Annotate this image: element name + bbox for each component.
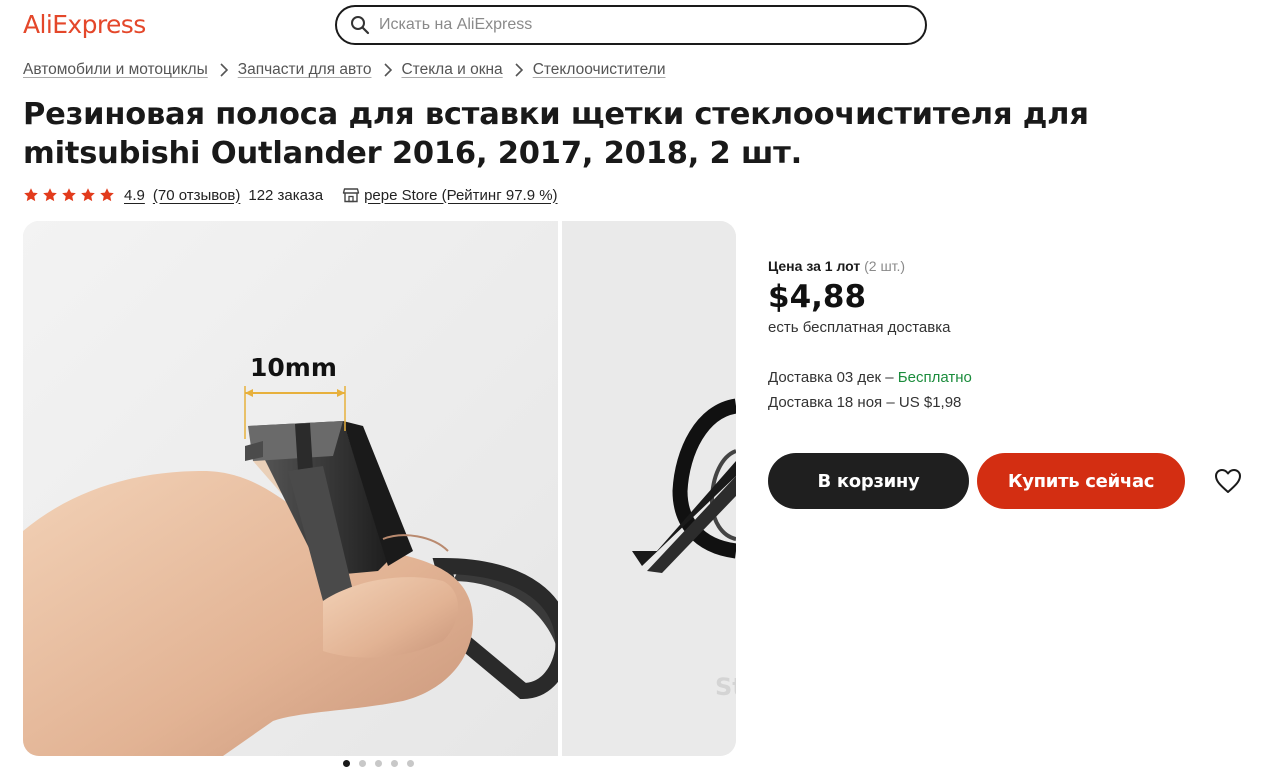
gallery-dot[interactable] — [343, 760, 350, 767]
dimension-label: 10mm — [250, 353, 337, 382]
breadcrumb-item-auto-moto[interactable]: Автомобили и мотоциклы — [23, 61, 208, 79]
star-icon — [100, 188, 114, 202]
price-label: Цена за 1 лот (2 шт.) — [768, 258, 1248, 274]
gallery-dot[interactable] — [375, 760, 382, 767]
chevron-right-icon — [380, 60, 394, 80]
buy-now-button[interactable]: Купить сейчас — [977, 453, 1185, 509]
delivery-option-2: Доставка 18 ноя – US $1,98 — [768, 394, 962, 411]
gallery-dot[interactable] — [359, 760, 366, 767]
orders-count: 122 заказа — [248, 186, 324, 204]
rating-stars — [23, 187, 118, 203]
add-to-cart-button[interactable]: В корзину — [768, 453, 969, 509]
price-value: $4,88 — [768, 279, 867, 315]
product-title: Резиновая полоса для вставки щетки стекл… — [23, 97, 1089, 171]
gallery-dot[interactable] — [407, 760, 414, 767]
star-icon — [43, 188, 57, 202]
search-icon[interactable] — [349, 14, 371, 36]
breadcrumb: Автомобили и мотоциклы Запчасти для авто… — [23, 60, 665, 80]
search-input[interactable]: Искать на AliExpress — [335, 5, 927, 45]
delivery-option-1: Доставка 03 дек – Бесплатно — [768, 369, 1248, 386]
breadcrumb-item-glass-windows[interactable]: Стекла и окна — [401, 61, 502, 79]
chevron-right-icon — [512, 60, 526, 80]
watermark: St — [715, 673, 736, 701]
delivery-option-1-date: Доставка 03 дек – — [768, 369, 898, 386]
product-image-main[interactable] — [23, 221, 558, 756]
aliexpress-logo[interactable]: AliExpress — [23, 10, 146, 39]
price-panel: Цена за 1 лот (2 шт.) $4,88 есть бесплат… — [768, 258, 1248, 411]
free-shipping-note: есть бесплатная доставка — [768, 319, 951, 336]
breadcrumb-item-auto-parts[interactable]: Запчасти для авто — [238, 61, 372, 79]
reviews-link[interactable]: (70 отзывов) — [153, 187, 241, 204]
gallery-dot[interactable] — [391, 760, 398, 767]
chevron-right-icon — [217, 60, 231, 80]
breadcrumb-item-wipers[interactable]: Стеклоочистители — [533, 61, 666, 79]
store-name[interactable]: pepe Store (Рейтинг 97.9 %) — [364, 187, 557, 204]
delivery-option-1-price: Бесплатно — [897, 369, 972, 386]
store-icon — [342, 186, 360, 204]
search-placeholder: Искать на AliExpress — [379, 16, 533, 33]
product-meta: 4.9 (70 отзывов) 122 заказа pepe Store (… — [23, 186, 558, 204]
lot-size: (2 шт.) — [864, 258, 906, 274]
star-icon — [24, 188, 38, 202]
price-label-text: Цена за 1 лот — [768, 258, 861, 274]
star-icon — [81, 188, 95, 202]
product-gallery[interactable]: 10mm St — [23, 221, 736, 756]
store-link[interactable]: pepe Store (Рейтинг 97.9 %) — [342, 186, 558, 204]
heart-icon[interactable] — [1214, 468, 1242, 494]
star-icon — [62, 188, 76, 202]
gallery-pagination — [343, 760, 423, 767]
rating-value[interactable]: 4.9 — [124, 187, 145, 204]
product-image-second[interactable] — [562, 221, 736, 756]
